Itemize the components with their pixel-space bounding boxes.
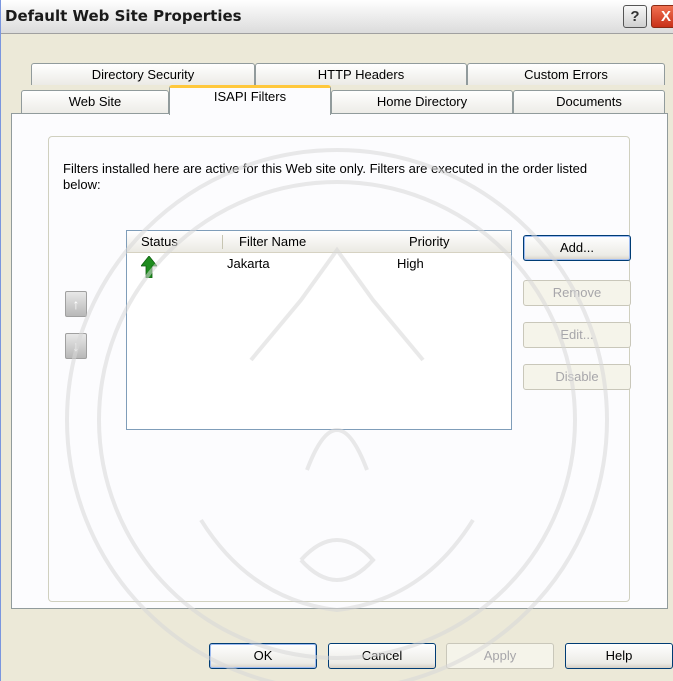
tab-isapi-filters[interactable]: ISAPI Filters xyxy=(169,85,331,115)
remove-button[interactable]: Remove xyxy=(523,280,631,306)
column-filter-name[interactable]: Filter Name xyxy=(239,231,306,253)
column-status[interactable]: Status xyxy=(141,231,178,253)
move-up-button[interactable]: ↑ xyxy=(65,291,87,317)
cancel-button[interactable]: Cancel xyxy=(328,643,436,669)
properties-dialog: Default Web Site Properties ? X Director… xyxy=(0,0,673,681)
apply-button[interactable]: Apply xyxy=(446,643,554,669)
help-button[interactable]: Help xyxy=(565,643,673,669)
disable-button[interactable]: Disable xyxy=(523,364,631,390)
filters-description: Filters installed here are active for th… xyxy=(63,161,588,192)
dialog-title: Default Web Site Properties xyxy=(5,7,242,25)
tab-documents[interactable]: Documents xyxy=(513,90,665,114)
green-up-arrow-icon xyxy=(141,256,157,278)
filter-name-cell: Jakarta xyxy=(227,256,270,271)
title-bar[interactable]: Default Web Site Properties ? X xyxy=(1,0,673,34)
list-item[interactable]: Jakarta High xyxy=(127,255,511,278)
ok-button[interactable]: OK xyxy=(209,643,317,669)
priority-cell: High xyxy=(397,256,424,271)
tab-home-directory[interactable]: Home Directory xyxy=(331,90,513,114)
column-divider[interactable] xyxy=(222,235,223,249)
list-header: Status Filter Name Priority xyxy=(127,231,511,253)
move-down-button[interactable]: ↓ xyxy=(65,333,87,359)
tab-http-headers[interactable]: HTTP Headers xyxy=(255,63,467,85)
column-priority[interactable]: Priority xyxy=(409,231,449,253)
add-button[interactable]: Add... xyxy=(523,235,631,261)
tab-custom-errors[interactable]: Custom Errors xyxy=(467,63,665,85)
tab-directory-security[interactable]: Directory Security xyxy=(31,63,255,85)
filters-list[interactable]: Status Filter Name Priority Jakarta High xyxy=(126,230,512,430)
help-icon[interactable]: ? xyxy=(623,5,647,28)
tab-web-site[interactable]: Web Site xyxy=(21,90,169,114)
edit-button[interactable]: Edit... xyxy=(523,322,631,348)
close-icon[interactable]: X xyxy=(651,5,673,28)
